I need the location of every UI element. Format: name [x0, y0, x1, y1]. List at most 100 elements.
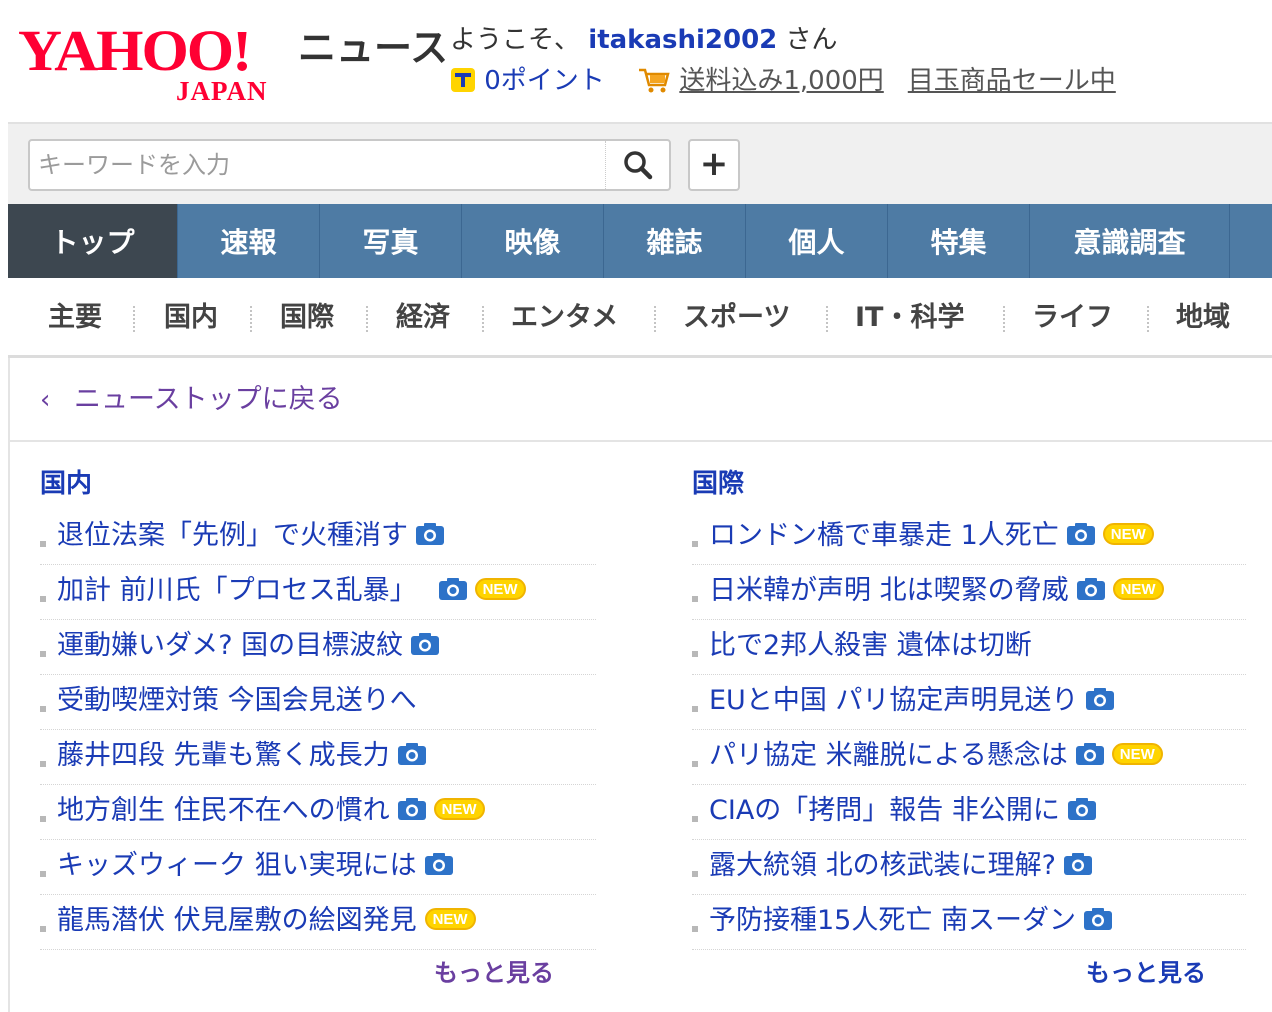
news-item[interactable]: CIAの「拷問」報告 非公開に	[692, 785, 1246, 840]
column-title-international[interactable]: 国際	[692, 468, 744, 500]
news-item[interactable]: 日米韓が声明 北は喫緊の脅威 NEW	[692, 565, 1246, 620]
news-item[interactable]: 退位法案「先例」で火種消す	[40, 510, 596, 565]
category-it-science[interactable]: IT・科学	[855, 300, 964, 336]
news-headline[interactable]: 比で2邦人殺害 遺体は切断	[709, 628, 1032, 664]
category-main[interactable]: 主要	[48, 300, 102, 336]
news-headline-text: 地方創生 住民不在への慣れ	[57, 795, 390, 826]
news-headline-text: 退位法案「先例」で火種消す	[57, 520, 408, 551]
news-item[interactable]: 予防接種15人死亡 南スーダン	[692, 895, 1246, 950]
news-headline-text: CIAの「拷問」報告 非公開に	[709, 795, 1060, 826]
category-regional[interactable]: 地域	[1176, 300, 1230, 336]
camera-icon	[1063, 852, 1092, 875]
welcome-suffix: さん	[785, 25, 838, 55]
bullet-icon	[40, 651, 46, 657]
category-sports[interactable]: スポーツ	[683, 300, 790, 336]
news-headline-text: 龍馬潜伏 伏見屋敷の絵図発見	[57, 905, 417, 936]
bullet-icon	[40, 596, 46, 602]
news-item[interactable]: ロンドン橋で車暴走 1人死亡 NEW	[692, 510, 1246, 565]
logo-japan-text: JAPAN	[176, 76, 268, 106]
tab-photos[interactable]: 写真	[320, 204, 462, 278]
search-button[interactable]	[605, 141, 669, 189]
camera-icon	[438, 577, 467, 600]
new-badge: NEW	[433, 797, 485, 820]
news-headline[interactable]: パリ協定 米離脱による懸念は NEW	[709, 738, 1163, 774]
search-area: +	[8, 122, 1272, 204]
category-international[interactable]: 国際	[280, 300, 334, 336]
add-button[interactable]: +	[688, 139, 740, 191]
bullet-icon	[40, 926, 46, 932]
news-panel: ‹ ニューストップに戻る 国内 退位法案「先例」で火種消す 加計 前川氏「プロセ…	[8, 358, 1272, 1012]
category-economy[interactable]: 経済	[396, 300, 450, 336]
news-item[interactable]: パリ協定 米離脱による懸念は NEW	[692, 730, 1246, 785]
news-headline[interactable]: 受動喫煙対策 今国会見送りへ	[57, 683, 417, 719]
news-item[interactable]: 露大統領 北の核武装に理解?	[692, 840, 1246, 895]
news-item[interactable]: 藤井四段 先輩も驚く成長力	[40, 730, 596, 785]
news-headline-text: 藤井四段 先輩も驚く成長力	[57, 740, 390, 771]
news-headline-text: 受動喫煙対策 今国会見送りへ	[57, 685, 417, 716]
search-input[interactable]	[38, 147, 598, 183]
news-headline[interactable]: 予防接種15人死亡 南スーダン	[709, 903, 1112, 939]
username-link[interactable]: itakashi2002	[588, 25, 777, 55]
tab-individual[interactable]: 個人	[746, 204, 888, 278]
tab-breaking[interactable]: 速報	[178, 204, 320, 278]
tab-features[interactable]: 特集	[888, 204, 1030, 278]
news-item[interactable]: 受動喫煙対策 今国会見送りへ	[40, 675, 596, 730]
tab-videos[interactable]: 映像	[462, 204, 604, 278]
category-divider	[250, 306, 252, 332]
news-item[interactable]: 加計 前川氏「プロセス乱暴」 NEW	[40, 565, 596, 620]
bullet-icon	[40, 761, 46, 767]
new-badge: NEW	[1102, 522, 1154, 545]
news-headline[interactable]: 退位法案「先例」で火種消す	[57, 518, 444, 554]
news-headline[interactable]: ロンドン橋で車暴走 1人死亡 NEW	[709, 518, 1154, 554]
category-entertainment[interactable]: エンタメ	[511, 300, 618, 336]
cart-icon	[639, 68, 670, 92]
points-link[interactable]: 0ポイント	[484, 66, 605, 96]
news-headline-text: 予防接種15人死亡 南スーダン	[709, 905, 1076, 936]
news-headline[interactable]: 龍馬潜伏 伏見屋敷の絵図発見 NEW	[57, 903, 476, 939]
news-headline[interactable]: CIAの「拷問」報告 非公開に	[709, 793, 1096, 829]
promo-sale-link[interactable]: 目玉商品セール中	[908, 66, 1116, 96]
promo-link[interactable]: 送料込み1,000円	[679, 66, 883, 96]
category-life[interactable]: ライフ	[1032, 300, 1113, 336]
news-headline[interactable]: EUと中国 パリ協定声明見送り	[709, 683, 1115, 719]
news-headline[interactable]: 露大統領 北の核武装に理解?	[709, 848, 1092, 884]
news-headline-text: 日米韓が声明 北は喫緊の脅威	[709, 575, 1069, 606]
news-headline[interactable]: キッズウィーク 狙い実現には	[57, 848, 453, 884]
tab-magazines[interactable]: 雑誌	[604, 204, 746, 278]
bullet-icon	[40, 871, 46, 877]
points-row: 0ポイント 送料込み1,000円 目玉商品セール中	[450, 64, 1116, 98]
news-item[interactable]: 龍馬潜伏 伏見屋敷の絵図発見 NEW	[40, 895, 596, 950]
category-divider	[1003, 306, 1005, 332]
bullet-icon	[40, 816, 46, 822]
main-nav-tabs: トップ 速報 写真 映像 雑誌 個人 特集 意識調査	[8, 204, 1272, 278]
tab-surveys[interactable]: 意識調査	[1030, 204, 1230, 278]
new-badge: NEW	[474, 577, 526, 600]
category-domestic[interactable]: 国内	[164, 300, 218, 336]
news-list-domestic: 退位法案「先例」で火種消す 加計 前川氏「プロセス乱暴」 NEW 運動嫌いダメ? …	[40, 510, 596, 950]
news-item[interactable]: 比で2邦人殺害 遺体は切断	[692, 620, 1246, 675]
tab-top[interactable]: トップ	[8, 204, 178, 278]
yahoo-japan-logo[interactable]: YAHOO! JAPAN	[18, 22, 290, 105]
news-headline[interactable]: 加計 前川氏「プロセス乱暴」 NEW	[57, 573, 526, 609]
service-name[interactable]: ニュース	[298, 28, 448, 68]
news-item[interactable]: キッズウィーク 狙い実現には	[40, 840, 596, 895]
camera-icon	[397, 797, 426, 820]
column-title-domestic[interactable]: 国内	[40, 468, 92, 500]
news-headline-text: 比で2邦人殺害 遺体は切断	[709, 630, 1032, 661]
news-headline[interactable]: 藤井四段 先輩も驚く成長力	[57, 738, 426, 774]
news-list-international: ロンドン橋で車暴走 1人死亡 NEW 日米韓が声明 北は喫緊の脅威 NEW 比で2邦…	[692, 510, 1246, 950]
more-domestic-link[interactable]: もっと見る	[434, 958, 554, 988]
camera-icon	[411, 632, 440, 655]
bullet-icon	[692, 926, 698, 932]
category-divider	[826, 306, 828, 332]
news-item[interactable]: EUと中国 パリ協定声明見送り	[692, 675, 1246, 730]
news-headline[interactable]: 運動嫌いダメ? 国の目標波紋	[57, 628, 440, 664]
back-to-news-top-link[interactable]: ニューストップに戻る	[74, 382, 343, 418]
category-divider	[482, 306, 484, 332]
more-international-link[interactable]: もっと見る	[1086, 958, 1206, 988]
news-item[interactable]: 運動嫌いダメ? 国の目標波紋	[40, 620, 596, 675]
news-headline[interactable]: 地方創生 住民不在への慣れ NEW	[57, 793, 485, 829]
news-headline[interactable]: 日米韓が声明 北は喫緊の脅威 NEW	[709, 573, 1164, 609]
news-item[interactable]: 地方創生 住民不在への慣れ NEW	[40, 785, 596, 840]
bullet-icon	[692, 596, 698, 602]
